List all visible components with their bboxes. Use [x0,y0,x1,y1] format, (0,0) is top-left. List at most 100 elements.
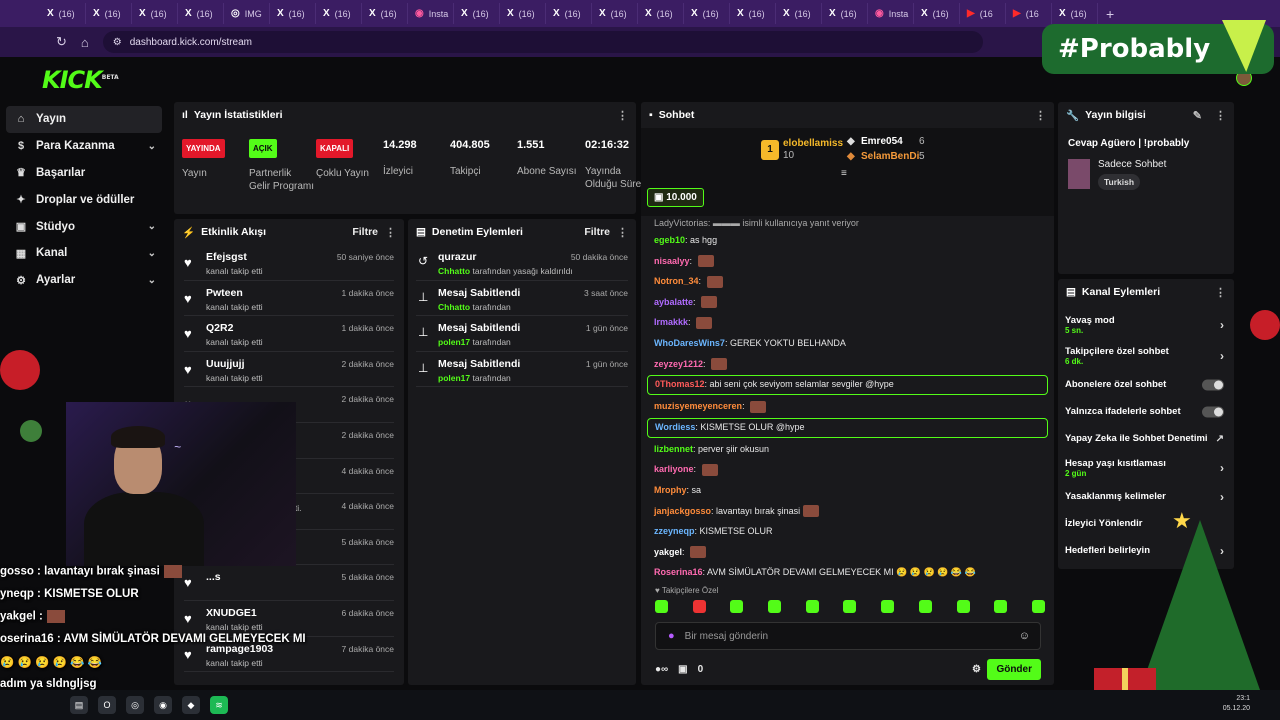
reload-icon[interactable]: ↻ [56,34,67,50]
more-icon[interactable]: ⋮ [385,226,396,239]
more-icon[interactable]: ⋮ [617,226,628,239]
chevron-right-icon[interactable]: › [1220,544,1224,558]
category-name[interactable]: Sadece Sohbet [1098,159,1166,170]
file-explorer-icon[interactable]: ▤ [70,696,88,714]
sidebar-item-para-kazanma[interactable]: $ Para Kazanma ⌄ [0,133,170,160]
sidebar-item-droplar-ve-d-ller[interactable]: ✦ Droplar ve ödüller [0,186,170,213]
moderation-row[interactable]: ↺ qurazur Chhatto tarafından yasağı kaldır… [416,245,628,281]
browser-tab[interactable]: ◉ Insta [410,3,454,24]
chat-username[interactable]: janjackgosso [654,506,711,516]
toggle-switch[interactable] [1202,379,1224,390]
chat-username[interactable]: Notron_34 [654,276,699,286]
activity-row[interactable]: ♥ Pwteen kanalı takip etti 1 dakika önce [184,281,394,317]
browser-tab[interactable]: X (16) [548,3,592,24]
browser-tab[interactable]: X (16) [640,3,684,24]
chevron-right-icon[interactable]: › [1220,349,1224,363]
emote-icon[interactable] [768,600,782,613]
outlook-icon[interactable]: O [98,696,116,714]
moderation-row[interactable]: ⊥ Mesaj Sabitlendi polen17 tarafından 1 gün… [416,352,628,388]
chat-username[interactable]: nisaalyy [654,256,690,266]
browser-tab[interactable]: ▶ (16 [1008,3,1052,24]
language-tag[interactable]: Turkish [1098,174,1141,190]
chat-username[interactable]: Mrophy [654,485,687,495]
browser-tab[interactable]: X (16) [180,3,224,24]
system-clock[interactable]: 23:1 05.12.20 [1223,694,1250,714]
spotify-icon[interactable]: ≋ [210,696,228,714]
browser-tab[interactable]: X (16) [272,3,316,24]
chrome-icon[interactable]: ◎ [126,696,144,714]
activity-row[interactable]: ♥ Q2R2 kanalı takip etti 1 dakika önce [184,316,394,352]
emote-icon[interactable] [692,600,706,613]
chevron-down-icon[interactable]: ⌄ [148,248,156,259]
activity-filter-button[interactable]: Filtre [352,226,378,238]
activity-row[interactable]: ♥ Efejsgst kanalı takip etti 50 saniye önce [184,245,394,281]
emoji-icon[interactable]: ☺ [1019,630,1030,642]
channel-action-0[interactable]: Yavaş mod 5 sn. › [1058,309,1234,340]
browser-tab[interactable]: X (16) [134,3,178,24]
emote-icon[interactable] [655,600,668,613]
chevron-down-icon[interactable]: ⌄ [148,275,156,286]
browser-tab[interactable]: X (16) [686,3,730,24]
browser-tab[interactable]: X (16) [824,3,868,24]
browser-tab[interactable]: X (16) [502,3,546,24]
sidebar-item-kanal[interactable]: ▦ Kanal ⌄ [0,240,170,267]
browser-tab[interactable]: ▶ (16 [962,3,1006,24]
external-link-icon[interactable]: ↗ [1216,433,1224,444]
new-tab-button[interactable]: + [1106,6,1114,22]
chat-username[interactable]: zeyzey1212 [654,359,703,369]
channel-action-2[interactable]: Abonelere özel sohbet [1058,371,1234,398]
emote-icon[interactable] [994,600,1008,613]
chat-username[interactable]: WhoDaresWins7 [654,338,725,348]
browser-tab[interactable]: X (16) [42,3,86,24]
browser-tab[interactable]: X (16) [456,3,500,24]
chat-username[interactable]: yakgel [654,547,682,557]
chevron-right-icon[interactable]: › [1220,461,1224,475]
sidebar-item-yay-n[interactable]: ⌂ Yayın [6,106,162,133]
browser-tab[interactable]: X (16) [778,3,822,24]
emote-icon[interactable] [918,600,932,613]
moderation-row[interactable]: ⊥ Mesaj Sabitlendi polen17 tarafından 1 gün… [416,316,628,352]
category-thumbnail[interactable] [1068,159,1090,189]
more-icon[interactable]: ⋮ [1215,286,1226,299]
emote-icon[interactable] [730,600,744,613]
chat-input[interactable]: ● Bir mesaj gönderin ☺ [655,622,1041,650]
users-icon[interactable]: ●∞ [655,664,668,675]
emote-icon[interactable] [843,600,857,613]
leader-1-name[interactable]: elobellamiss [783,138,843,149]
chevron-right-icon[interactable]: › [1220,318,1224,332]
more-icon[interactable]: ⋮ [1215,109,1226,122]
browser-tab[interactable]: ◎ IMG [226,3,270,24]
more-icon[interactable]: ⋮ [1035,109,1046,122]
emote-icon[interactable] [956,600,970,613]
edit-icon[interactable]: ✎ [1193,109,1202,122]
channel-action-6[interactable]: Yasaklanmış kelimeler › [1058,483,1234,510]
send-button[interactable]: Gönder [987,658,1041,680]
chevron-right-icon[interactable]: › [1220,490,1224,504]
gift-total-badge[interactable]: ▣ 10.000 [647,188,704,207]
leader-3-name[interactable]: SelamBenDi [861,151,919,162]
sidebar-item-ba-ar-lar[interactable]: ♛ Başarılar [0,160,170,187]
browser-tab[interactable]: X (16) [594,3,638,24]
chat-username[interactable]: Irmakkk [654,317,688,327]
gift-icon[interactable]: ▣ [678,664,687,675]
chat-username[interactable]: karliyone [654,464,694,474]
chat-username[interactable]: lizbennet [654,444,693,454]
channel-action-4[interactable]: Yapay Zeka ile Sohbet Denetimi ↗ [1058,425,1234,452]
browser-tab[interactable]: X (16) [318,3,362,24]
chevron-down-icon[interactable]: ⌄ [148,221,156,232]
emote-icon[interactable] [805,600,819,613]
activity-row[interactable]: ♥ Uuujjujj kanalı takip etti 2 dakika önce [184,352,394,388]
channel-action-5[interactable]: Hesap yaşı kısıtlaması 2 gün › [1058,452,1234,483]
chat-username[interactable]: Roserina16 [654,567,703,577]
kick-logo[interactable]: KICKBETA [42,66,119,94]
chat-username[interactable]: egeb10 [654,235,685,245]
emote-icon[interactable] [1031,600,1045,613]
browser-tab[interactable]: X (16) [1054,3,1098,24]
url-field[interactable]: ⚙ dashboard.kick.com/stream [102,31,983,53]
steam-icon[interactable]: ◉ [154,696,172,714]
browser-tab[interactable]: X (16) [364,3,408,24]
browser-tab[interactable]: X (16) [916,3,960,24]
chat-username[interactable]: muzisyemeyenceren [654,401,742,411]
sidebar-item-st-dyo[interactable]: ▣ Stüdyo ⌄ [0,213,170,240]
channel-action-1[interactable]: Takipçilere özel sohbet 6 dk. › [1058,340,1234,371]
